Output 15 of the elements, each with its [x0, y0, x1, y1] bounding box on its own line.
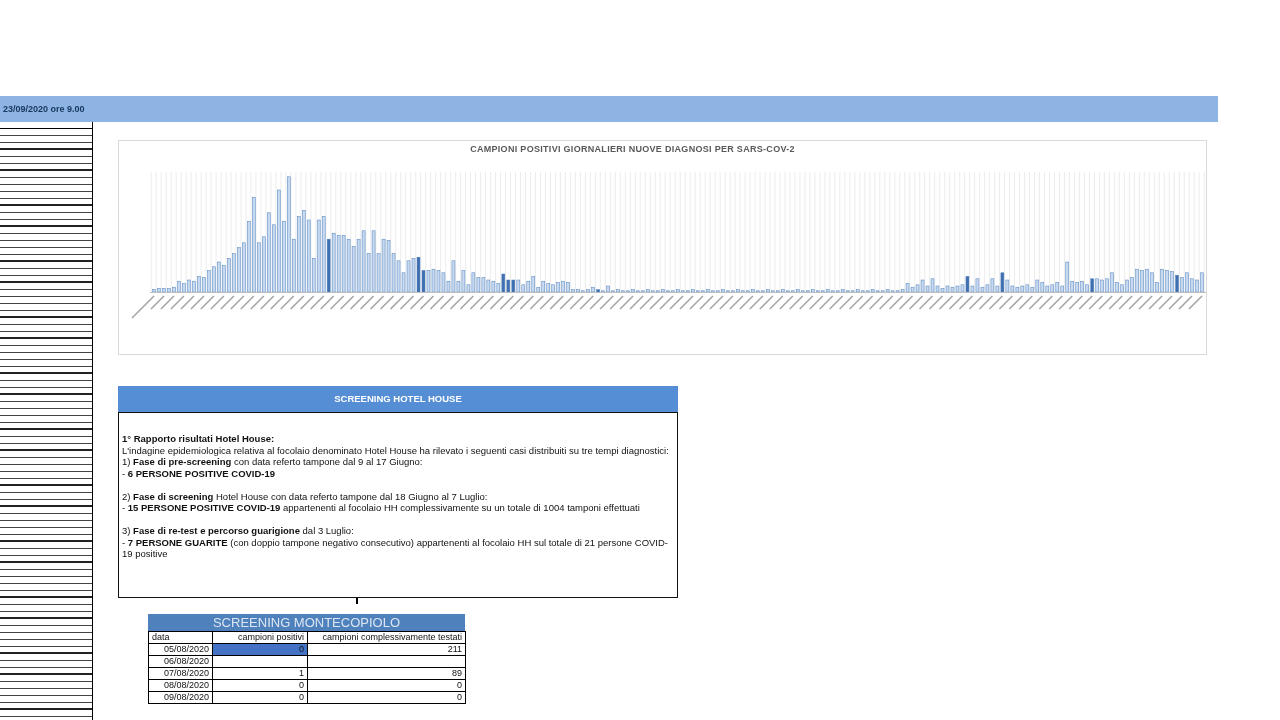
report-text: 3) Fase di re-test e percorso guarigione dal 3 Luglio: [122, 525, 355, 537]
column-header: campioni positivi [212, 631, 308, 644]
report-heading: 1° Rapporto risultati Hotel House: [122, 433, 276, 445]
report-date: 23/09/2020 ore 9.00 [3, 103, 85, 115]
result-line: - 7 PERSONE GUARITE (con doppio tampone negativo consecutivo) appartenenti al focolaio HH sul totale di 21 persone COVID-19 positive [122, 536, 670, 560]
report-text: L'indagine epidemiologica relativa al focolaio denominato Hotel House ha rilevato i seguenti casi distribuiti su tre tempi diagnostici: [122, 444, 670, 456]
column-header: campioni complessivamente testati [307, 631, 466, 644]
result-line: - 6 PERSONE POSITIVE COVID-19 [122, 467, 277, 479]
column-header: data [148, 631, 213, 644]
result-line: - 15 PERSONE POSITIVE COVID-19 appartenenti al focolaio HH complessivamente su un totale di 1004 tamponi effettuati [122, 502, 641, 514]
chart-title: CAMPIONI POSITIVI GIORNALIERI NUOVE DIAGNOSI PER SARS-COV-2 [469, 143, 796, 155]
report-text: 1) Fase di pre-screening con data referto tampone dal 9 al 17 Giugno: [122, 456, 424, 468]
panel-title: SCREENING HOTEL HOUSE [118, 386, 678, 412]
report-text: 2) Fase di screening Hotel House con data referto tampone dal 18 Giugno al 7 Luglio: [122, 490, 489, 502]
table-title: SCREENING MONTECOPIOLO [148, 614, 465, 631]
